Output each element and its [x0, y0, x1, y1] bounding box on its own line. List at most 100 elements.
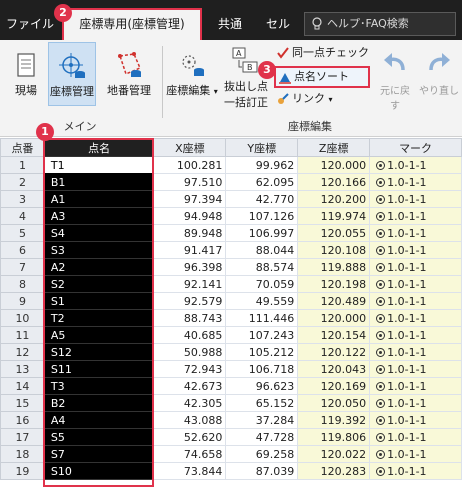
y-coordinate-cell[interactable]: 88.044	[225, 241, 299, 259]
header-x[interactable]: X座標	[153, 138, 227, 157]
z-coordinate-cell[interactable]: 120.122	[297, 343, 371, 361]
mark-cell[interactable]: 1.0-1-1	[369, 309, 462, 327]
x-coordinate-cell[interactable]: 42.305	[153, 394, 227, 412]
mark-cell[interactable]: 1.0-1-1	[369, 275, 462, 293]
y-coordinate-cell[interactable]: 105.212	[225, 343, 299, 361]
x-coordinate-cell[interactable]: 73.844	[153, 462, 227, 480]
point-number-cell[interactable]: 7	[0, 258, 45, 276]
point-name-cell[interactable]: A2	[43, 258, 155, 276]
x-coordinate-cell[interactable]: 97.510	[153, 173, 227, 191]
z-coordinate-cell[interactable]: 120.166	[297, 173, 371, 191]
point-number-cell[interactable]: 3	[0, 190, 45, 208]
z-coordinate-cell[interactable]: 120.489	[297, 292, 371, 310]
point-name-cell[interactable]: S1	[43, 292, 155, 310]
y-coordinate-cell[interactable]: 99.962	[225, 156, 299, 174]
y-coordinate-cell[interactable]: 107.243	[225, 326, 299, 344]
link-button[interactable]: リンク ▾	[274, 90, 354, 108]
x-coordinate-cell[interactable]: 40.685	[153, 326, 227, 344]
point-number-cell[interactable]: 11	[0, 326, 45, 344]
y-coordinate-cell[interactable]: 65.152	[225, 394, 299, 412]
coordinate-management-button[interactable]: 座標管理	[48, 42, 96, 106]
point-number-cell[interactable]: 4	[0, 207, 45, 225]
point-number-cell[interactable]: 2	[0, 173, 45, 191]
table-row[interactable]: 1 T1 100.281 99.962 120.000 1.0-1-1	[0, 156, 462, 174]
header-y[interactable]: Y座標	[225, 138, 299, 157]
bulk-correct-button[interactable]: A B 抜出し点 一括訂正	[220, 46, 272, 114]
mark-cell[interactable]: 1.0-1-1	[369, 292, 462, 310]
mark-cell[interactable]: 1.0-1-1	[369, 360, 462, 378]
y-coordinate-cell[interactable]: 69.258	[225, 445, 299, 463]
point-number-cell[interactable]: 6	[0, 241, 45, 259]
table-row[interactable]: 5 S4 89.948 106.997 120.055 1.0-1-1	[0, 224, 462, 242]
mark-cell[interactable]: 1.0-1-1	[369, 462, 462, 480]
undo-button[interactable]: 元に戻す	[376, 50, 414, 112]
point-name-cell[interactable]: A5	[43, 326, 155, 344]
tab-file[interactable]: ファイル	[6, 9, 54, 39]
mark-cell[interactable]: 1.0-1-1	[369, 156, 462, 174]
point-name-cell[interactable]: S7	[43, 445, 155, 463]
y-coordinate-cell[interactable]: 49.559	[225, 292, 299, 310]
table-row[interactable]: 9 S1 92.579 49.559 120.489 1.0-1-1	[0, 292, 462, 310]
redo-button[interactable]: やり直し	[418, 50, 460, 97]
mark-cell[interactable]: 1.0-1-1	[369, 190, 462, 208]
y-coordinate-cell[interactable]: 37.284	[225, 411, 299, 429]
point-name-cell[interactable]: A3	[43, 207, 155, 225]
z-coordinate-cell[interactable]: 120.055	[297, 224, 371, 242]
y-coordinate-cell[interactable]: 107.126	[225, 207, 299, 225]
point-name-cell[interactable]: S2	[43, 275, 155, 293]
y-coordinate-cell[interactable]: 62.095	[225, 173, 299, 191]
point-number-cell[interactable]: 16	[0, 411, 45, 429]
point-number-cell[interactable]: 18	[0, 445, 45, 463]
y-coordinate-cell[interactable]: 96.623	[225, 377, 299, 395]
table-row[interactable]: 15 B2 42.305 65.152 120.050 1.0-1-1	[0, 394, 462, 412]
table-row[interactable]: 6 S3 91.417 88.044 120.108 1.0-1-1	[0, 241, 462, 259]
point-name-cell[interactable]: S5	[43, 428, 155, 446]
x-coordinate-cell[interactable]: 74.658	[153, 445, 227, 463]
point-name-cell[interactable]: A1	[43, 190, 155, 208]
table-row[interactable]: 19 S10 73.844 87.039 120.283 1.0-1-1	[0, 462, 462, 480]
x-coordinate-cell[interactable]: 97.394	[153, 190, 227, 208]
point-number-cell[interactable]: 9	[0, 292, 45, 310]
x-coordinate-cell[interactable]: 91.417	[153, 241, 227, 259]
y-coordinate-cell[interactable]: 47.728	[225, 428, 299, 446]
point-name-sort-button[interactable]: 点名ソート	[274, 66, 370, 88]
z-coordinate-cell[interactable]: 119.974	[297, 207, 371, 225]
point-number-cell[interactable]: 1	[0, 156, 45, 174]
lot-management-button[interactable]: 地番管理	[100, 50, 158, 104]
x-coordinate-cell[interactable]: 42.673	[153, 377, 227, 395]
mark-cell[interactable]: 1.0-1-1	[369, 411, 462, 429]
point-name-cell[interactable]: T1	[43, 156, 155, 174]
z-coordinate-cell[interactable]: 120.200	[297, 190, 371, 208]
y-coordinate-cell[interactable]: 88.574	[225, 258, 299, 276]
point-name-cell[interactable]: S12	[43, 343, 155, 361]
header-mark[interactable]: マーク	[369, 138, 462, 157]
point-name-cell[interactable]: B2	[43, 394, 155, 412]
point-number-cell[interactable]: 14	[0, 377, 45, 395]
help-search-input[interactable]: ヘルプ･FAQ検索	[304, 12, 456, 36]
y-coordinate-cell[interactable]: 106.997	[225, 224, 299, 242]
z-coordinate-cell[interactable]: 119.888	[297, 258, 371, 276]
point-name-cell[interactable]: T3	[43, 377, 155, 395]
header-point-name[interactable]: 点名	[43, 138, 155, 157]
point-name-cell[interactable]: S11	[43, 360, 155, 378]
point-name-cell[interactable]: S10	[43, 462, 155, 480]
mark-cell[interactable]: 1.0-1-1	[369, 207, 462, 225]
z-coordinate-cell[interactable]: 120.043	[297, 360, 371, 378]
mark-cell[interactable]: 1.0-1-1	[369, 173, 462, 191]
x-coordinate-cell[interactable]: 92.141	[153, 275, 227, 293]
x-coordinate-cell[interactable]: 92.579	[153, 292, 227, 310]
x-coordinate-cell[interactable]: 89.948	[153, 224, 227, 242]
mark-cell[interactable]: 1.0-1-1	[369, 394, 462, 412]
point-number-cell[interactable]: 15	[0, 394, 45, 412]
mark-cell[interactable]: 1.0-1-1	[369, 445, 462, 463]
table-row[interactable]: 13 S11 72.943 106.718 120.043 1.0-1-1	[0, 360, 462, 378]
mark-cell[interactable]: 1.0-1-1	[369, 377, 462, 395]
z-coordinate-cell[interactable]: 120.000	[297, 156, 371, 174]
point-number-cell[interactable]: 10	[0, 309, 45, 327]
tab-cell[interactable]: セル	[262, 9, 294, 39]
point-number-cell[interactable]: 17	[0, 428, 45, 446]
point-number-cell[interactable]: 8	[0, 275, 45, 293]
z-coordinate-cell[interactable]: 120.283	[297, 462, 371, 480]
header-z[interactable]: Z座標	[297, 138, 371, 157]
genba-button[interactable]: 現場	[8, 52, 44, 102]
